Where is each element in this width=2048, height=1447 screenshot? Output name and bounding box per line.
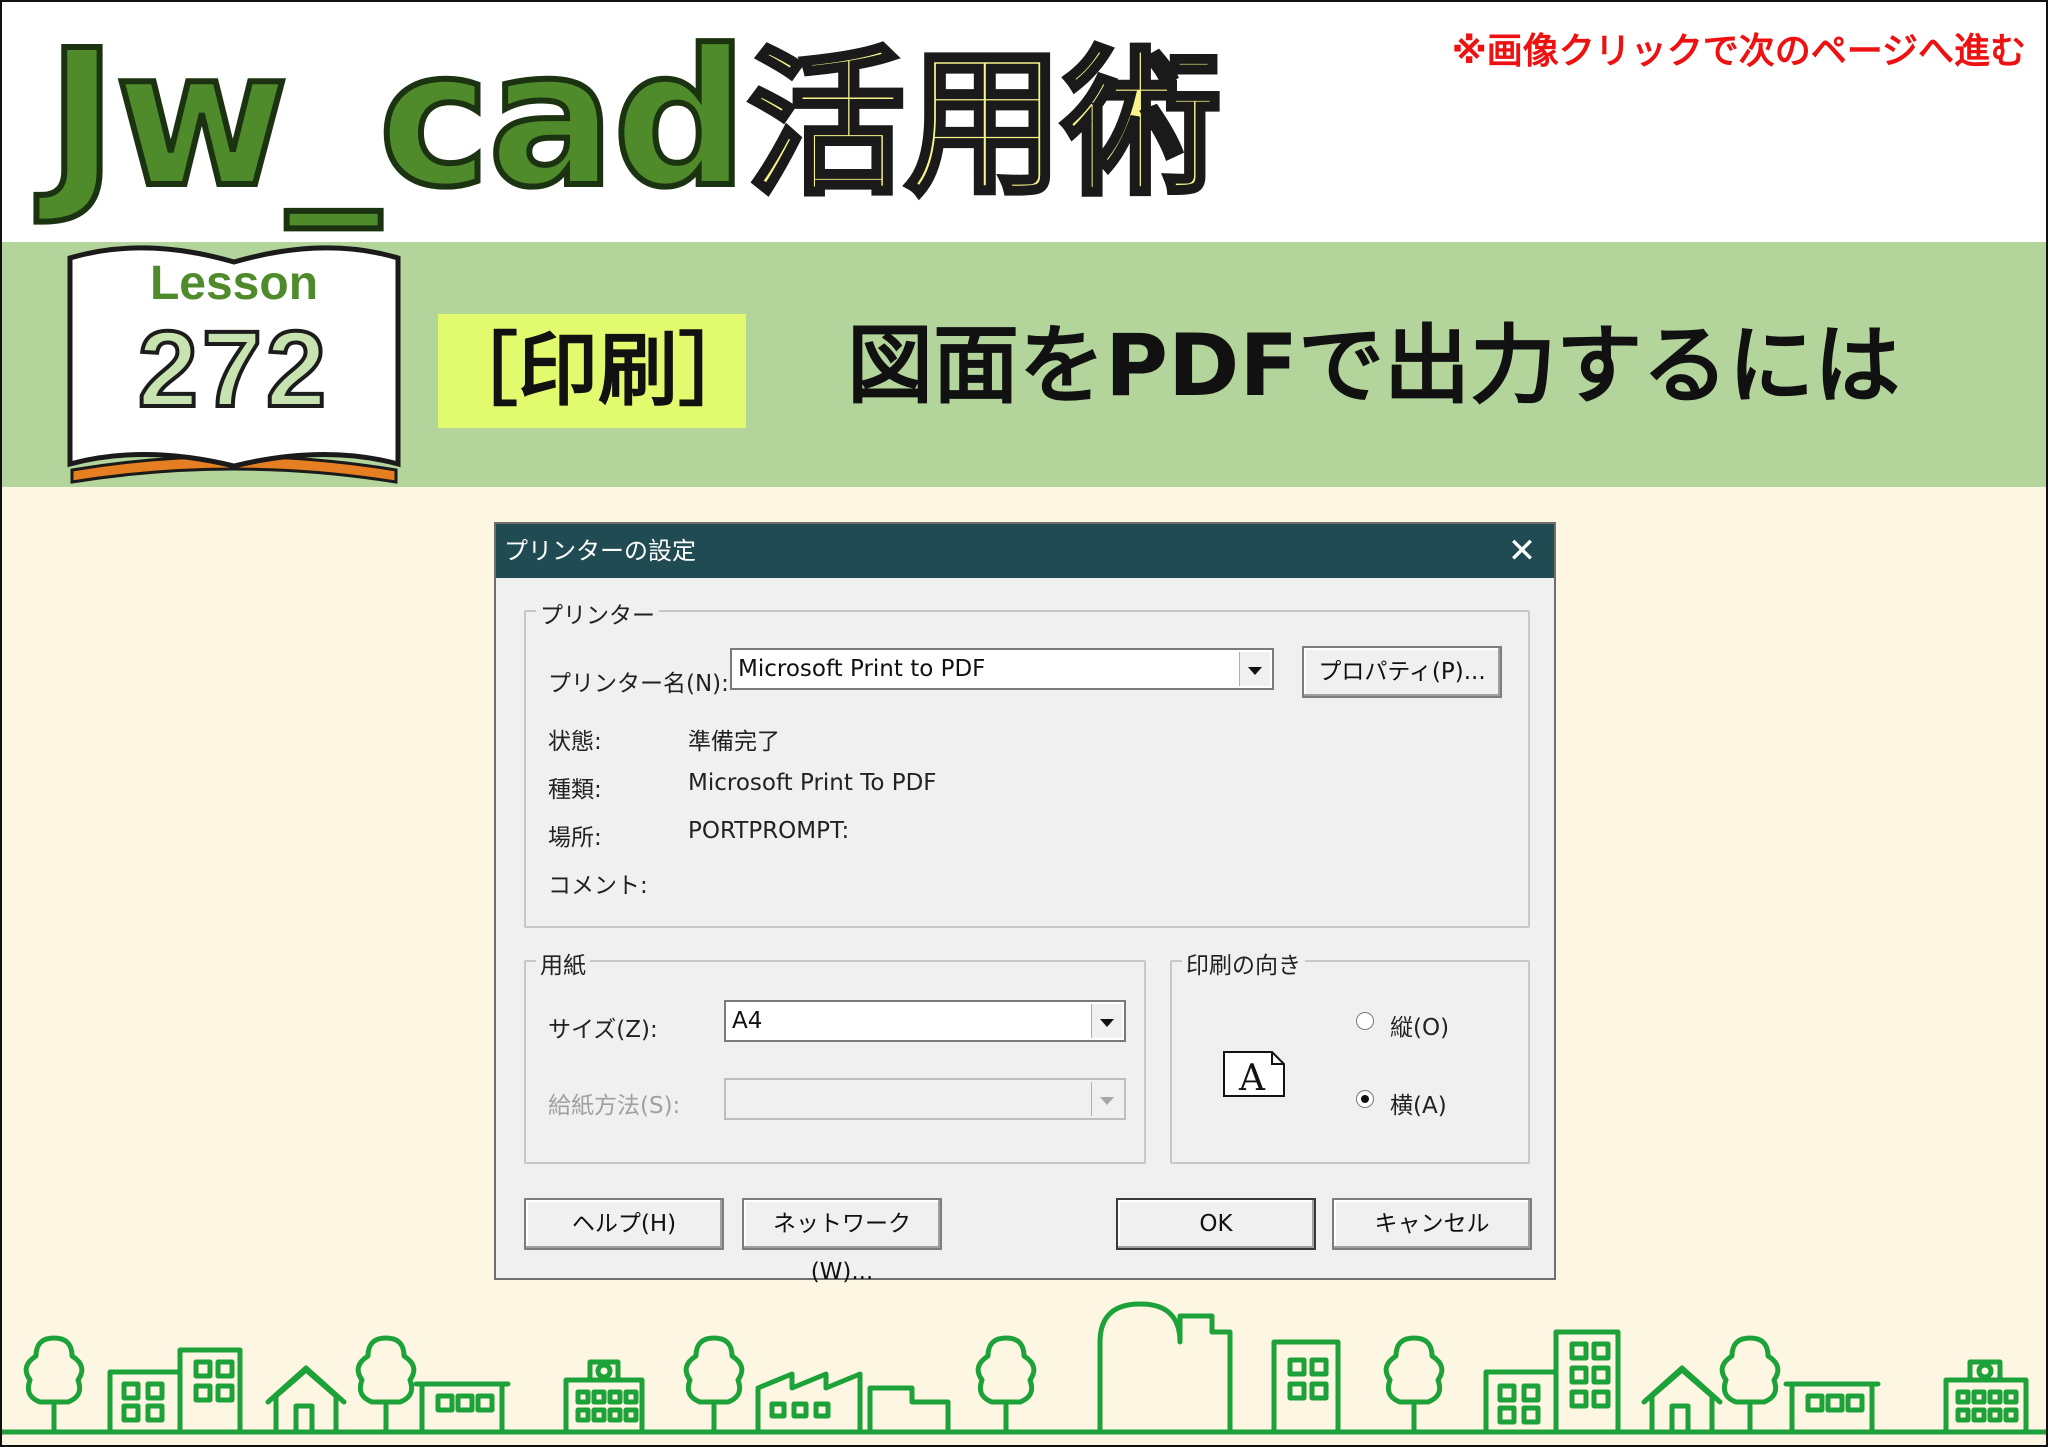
comment-label: コメント: [548,873,648,899]
header: Jw_cad 活用術 ※画像クリックで次のページへ進む [2,2,2046,242]
paper-source-label: 給紙方法(S): [548,1093,681,1119]
paper-source-select[interactable] [724,1078,1126,1120]
logo-jwcad: Jw_cad [44,7,751,232]
landscape-label[interactable]: 横(A) [1390,1086,1447,1120]
status-value: 準備完了 [688,729,780,755]
page-frame[interactable]: Jw_cad 活用術 ※画像クリックで次のページへ進む Lesson 272 ［… [0,0,2048,1447]
dialog-titlebar[interactable]: プリンターの設定 ✕ [496,524,1554,578]
printer-settings-dialog: プリンターの設定 ✕ プリンター プリンター名(N): Microsoft Pr… [494,522,1556,1285]
lesson-title: 図面をPDFで出力するには [847,316,1901,416]
cityscape-illustration [2,1301,2046,1435]
printer-name-select[interactable]: Microsoft Print to PDF [730,648,1274,690]
printer-name-value: Microsoft Print to PDF [738,656,986,682]
help-button[interactable]: ヘルプ(H) [524,1198,724,1250]
lesson-book-badge: Lesson 272 [64,238,404,488]
orientation-icon-letter: A [1238,1058,1266,1098]
size-label: サイズ(Z): [548,1017,658,1043]
chevron-down-icon [1091,1082,1122,1116]
orientation-group-label: 印刷の向き [1182,946,1305,980]
dialog-title: プリンターの設定 [504,537,696,565]
type-label: 種類: [548,777,602,803]
ok-button[interactable]: OK [1116,1198,1316,1250]
lesson-label: Lesson [149,257,319,310]
printer-group-label: プリンター [536,596,659,630]
paper-size-value: A4 [732,1008,763,1034]
paper-group-label: 用紙 [536,946,590,980]
chevron-down-icon[interactable] [1091,1004,1122,1038]
properties-button[interactable]: プロパティ(P)... [1302,646,1502,698]
location-value: PORTPROMPT: [688,818,850,844]
lesson-category: ［印刷］ [438,314,758,428]
portrait-label[interactable]: 縦(O) [1390,1008,1449,1042]
cancel-button[interactable]: キャンセル [1332,1198,1532,1250]
type-value: Microsoft Print To PDF [688,770,937,796]
printer-name-label: プリンター名(N): [548,671,729,697]
status-label: 状態: [548,729,602,755]
next-page-notice[interactable]: ※画像クリックで次のページへ進む [1452,22,2026,74]
portrait-radio[interactable] [1356,1012,1374,1030]
close-icon[interactable]: ✕ [1502,524,1542,578]
logo-katsuyoujutsu: 活用術 [745,31,1224,220]
paper-group: 用紙 [524,946,1146,1164]
chevron-down-icon[interactable] [1239,652,1270,686]
paper-size-select[interactable]: A4 [724,1000,1126,1042]
network-button[interactable]: ネットワーク(W)... [742,1198,942,1285]
lesson-number: 272 [136,306,331,431]
landscape-page-icon: A [1222,1050,1286,1099]
landscape-radio[interactable] [1356,1090,1374,1108]
location-label: 場所: [548,825,602,851]
